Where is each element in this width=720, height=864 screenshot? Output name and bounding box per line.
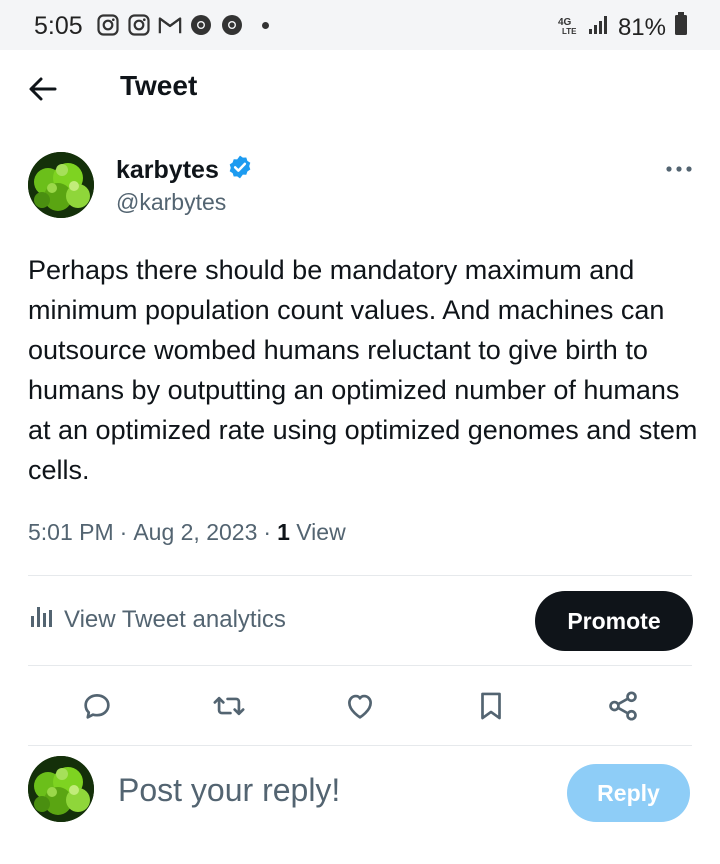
view-analytics-link[interactable]: View Tweet analytics (28, 604, 286, 635)
reply-button[interactable]: Reply (567, 764, 690, 822)
instagram-icon (96, 13, 120, 37)
tweet-text: Perhaps there should be mandatory maximu… (28, 255, 698, 485)
tweet-time[interactable]: 5:01 PM (28, 519, 114, 546)
chrome-icon (189, 13, 213, 37)
meta-separator: · (119, 519, 128, 545)
author-name[interactable]: karbytes (116, 156, 219, 185)
reply-input[interactable]: Post your reply! (118, 772, 340, 809)
promote-button[interactable]: Promote (535, 591, 693, 651)
analytics-label: View Tweet analytics (64, 605, 286, 633)
author-name-row[interactable]: karbytes (116, 154, 253, 187)
battery-icon (674, 12, 688, 43)
divider (28, 665, 692, 666)
verified-badge-icon (227, 154, 253, 187)
analytics-icon (28, 604, 54, 635)
view-label: View (296, 519, 346, 545)
author-avatar[interactable] (28, 152, 94, 218)
view-count-group: 1 View (277, 519, 346, 546)
page-title: Tweet (120, 70, 198, 101)
reply-icon[interactable] (75, 684, 119, 728)
instagram-icon (127, 13, 151, 37)
bookmark-icon[interactable] (469, 684, 513, 728)
back-arrow-icon[interactable] (26, 72, 60, 106)
more-options-icon[interactable] (662, 160, 696, 178)
svg-text:LTE: LTE (562, 27, 577, 35)
retweet-icon[interactable] (207, 684, 251, 728)
tweet-meta: 5:01 PM · Aug 2, 2023 · 1 View (28, 519, 346, 546)
divider (28, 575, 692, 576)
more-notifications-dot (262, 22, 269, 29)
status-time: 5:05 (34, 12, 83, 40)
view-count: 1 (277, 519, 290, 545)
gmail-icon (158, 13, 182, 37)
user-avatar[interactable] (28, 756, 94, 822)
network-icon: 4G LTE (558, 14, 580, 42)
author-handle[interactable]: @karbytes (116, 189, 226, 216)
chrome-icon (220, 13, 244, 37)
like-icon[interactable] (338, 684, 382, 728)
battery-percent: 81% (617, 13, 666, 41)
signal-icon (588, 14, 610, 42)
status-right: 4G LTE 81% (558, 12, 688, 43)
tweet-actions (0, 684, 720, 728)
share-icon[interactable] (601, 684, 645, 728)
status-bar: 5:05 4G LTE 81% (0, 0, 720, 50)
top-bar: Tweet (0, 50, 720, 126)
divider (28, 745, 692, 746)
notification-icons (96, 13, 244, 37)
tweet-date[interactable]: Aug 2, 2023 (133, 519, 257, 546)
meta-separator: · (263, 519, 272, 545)
